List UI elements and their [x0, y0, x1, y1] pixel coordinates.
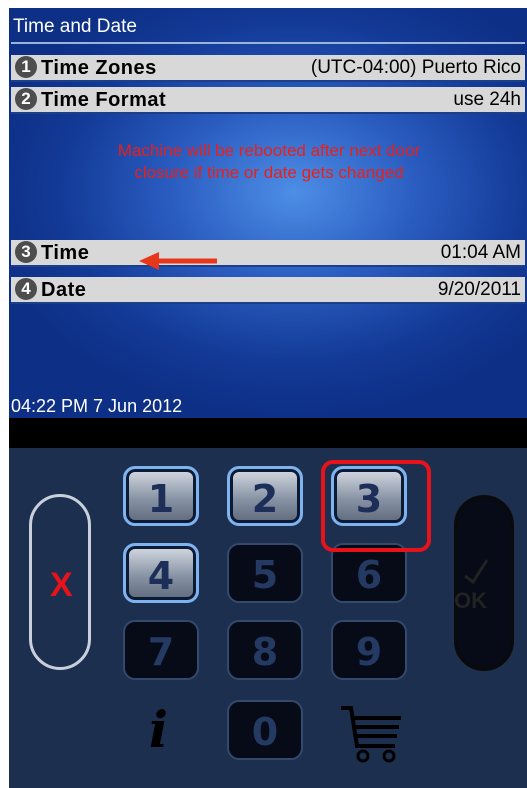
- row-divider: [11, 302, 525, 304]
- key-6[interactable]: 6: [331, 543, 407, 603]
- key-0[interactable]: 0: [227, 700, 303, 760]
- left-arrow-icon: [139, 252, 217, 270]
- check-icon: [464, 559, 489, 585]
- screen-separator: [9, 418, 527, 448]
- key-1[interactable]: 1: [123, 466, 199, 526]
- cart-icon[interactable]: [339, 702, 405, 766]
- reboot-warning: Machine will be rebooted after next door…: [39, 140, 499, 184]
- row-label: Time Format: [41, 89, 167, 111]
- key-8[interactable]: 8: [227, 620, 303, 680]
- warning-line-2: closure if time or date gets changed: [134, 163, 404, 182]
- row-time-zones[interactable]: 1 Time Zones (UTC-04:00) Puerto Rico: [11, 55, 525, 80]
- cancel-x-icon: X: [50, 566, 73, 604]
- row-value: 9/20/2011: [437, 279, 521, 300]
- row-number-badge: 4: [15, 278, 37, 300]
- key-9[interactable]: 9: [331, 620, 407, 680]
- row-value: (UTC-04:00) Puerto Rico: [310, 57, 521, 78]
- status-clock: 04:22 PM 7 Jun 2012: [11, 396, 183, 416]
- row-date[interactable]: 4 Date 9/20/2011: [11, 277, 525, 302]
- key-2[interactable]: 2: [227, 466, 303, 526]
- row-time[interactable]: 3 Time 01:04 AM: [11, 240, 525, 265]
- device-frame: Time and Date 1 Time Zones (UTC-04:00) P…: [9, 8, 527, 788]
- title-divider: [11, 42, 525, 44]
- settings-screen: Time and Date 1 Time Zones (UTC-04:00) P…: [9, 8, 527, 418]
- key-5[interactable]: 5: [227, 543, 303, 603]
- row-number-badge: 3: [15, 241, 37, 263]
- row-number-badge: 1: [15, 56, 37, 78]
- row-number-badge: 2: [15, 88, 37, 110]
- row-divider: [11, 265, 525, 267]
- page-title: Time and Date: [13, 16, 137, 37]
- ok-label: OK: [454, 588, 487, 613]
- row-label: Date: [41, 279, 87, 301]
- row-time-format[interactable]: 2 Time Format use 24h: [11, 87, 525, 112]
- key-3-highlight: [321, 460, 431, 552]
- row-divider: [11, 112, 525, 114]
- warning-line-1: Machine will be rebooted after next door: [117, 141, 421, 160]
- row-value: 01:04 AM: [440, 242, 521, 263]
- row-label: Time Zones: [41, 57, 157, 79]
- row-label: Time: [41, 242, 90, 264]
- row-divider: [11, 80, 525, 82]
- row-value: use 24h: [453, 89, 521, 110]
- info-icon[interactable]: i: [149, 700, 168, 759]
- key-7[interactable]: 7: [123, 620, 199, 680]
- key-4[interactable]: 4: [123, 543, 199, 603]
